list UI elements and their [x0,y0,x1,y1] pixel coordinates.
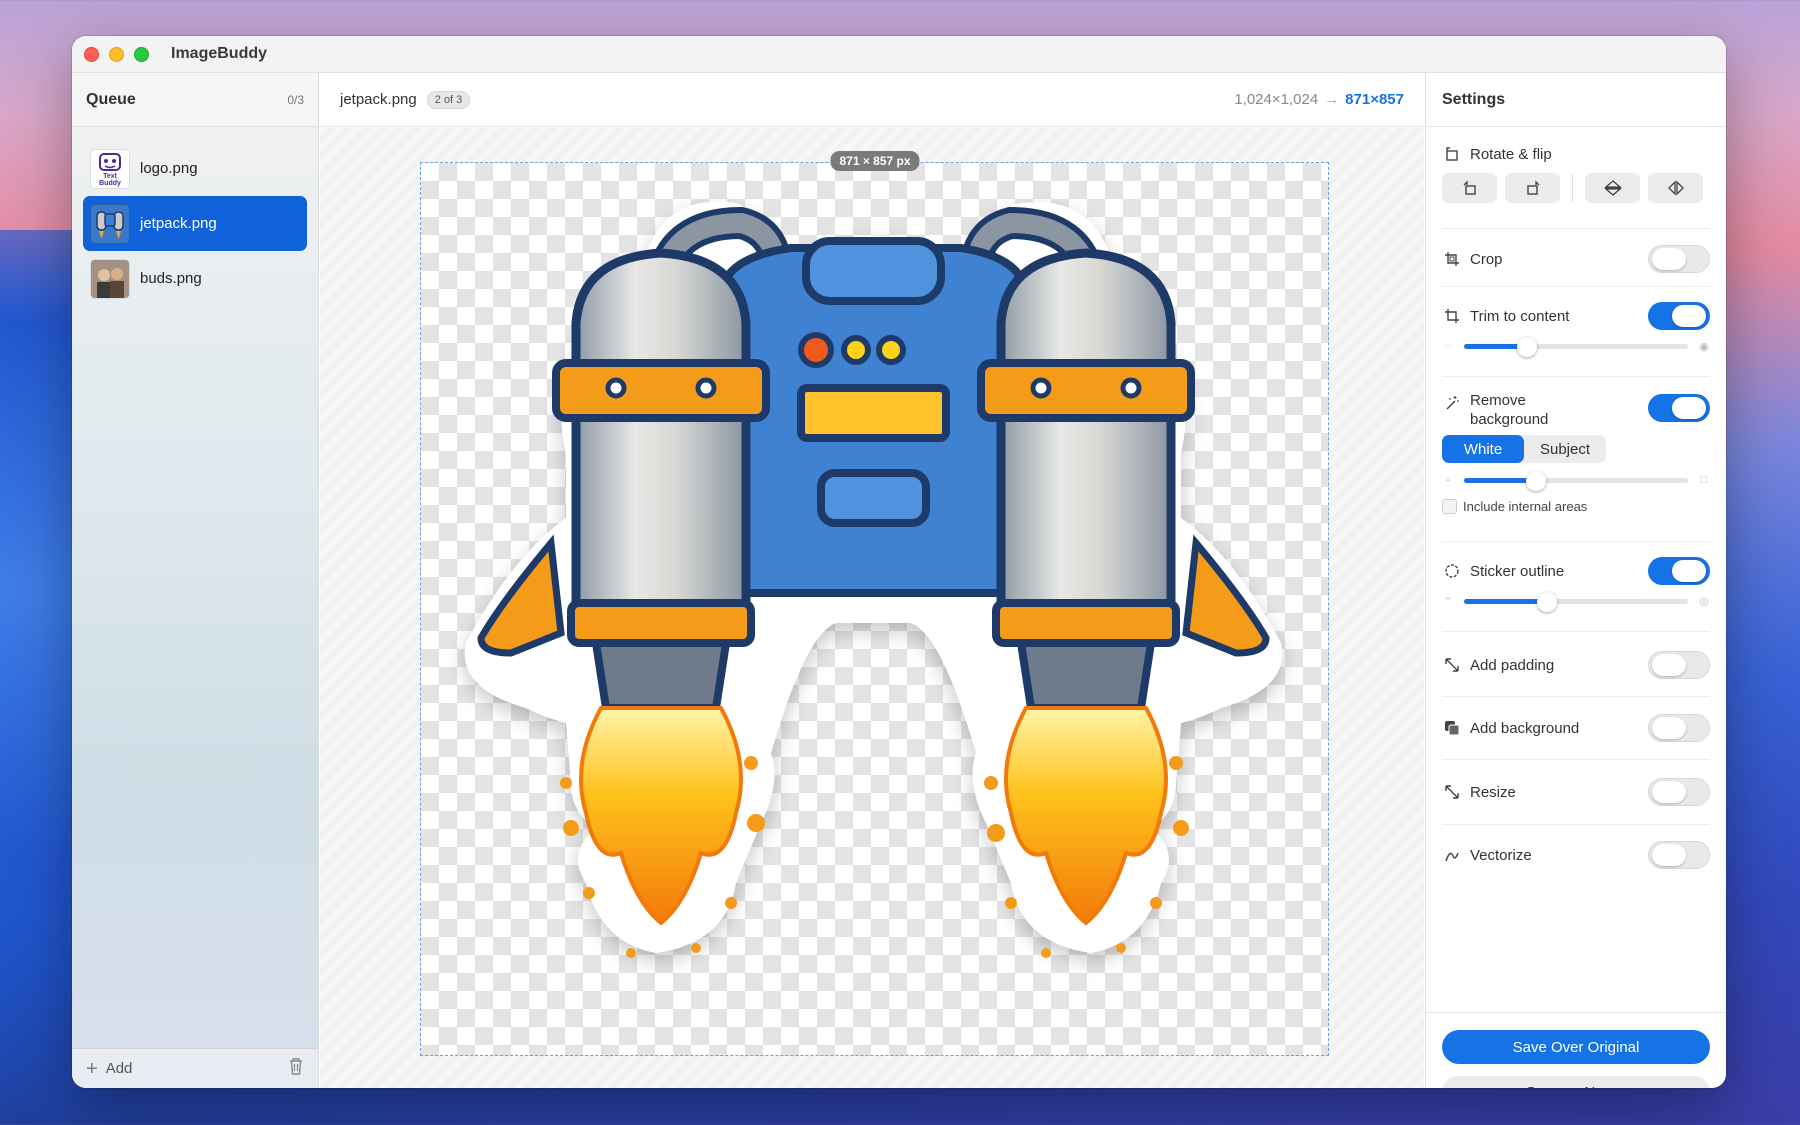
svg-text:Text: Text [103,173,118,180]
padding-section: Add padding [1442,634,1710,697]
trim-slider[interactable] [1464,336,1688,357]
add-padding-toggle[interactable] [1648,651,1710,679]
queue-item-label: buds.png [140,270,202,287]
remove-background-slider[interactable] [1464,470,1688,491]
large-circle-icon: ◉ [1699,340,1709,353]
small-circle-icon: ◌ [1444,340,1452,352]
crop-label: Crop [1470,250,1503,268]
resize-label: Resize [1470,783,1516,801]
save-as-new-button[interactable]: Save as New... [1442,1076,1710,1088]
app-title: ImageBuddy [171,45,268,62]
sticker-outline-toggle[interactable] [1648,557,1710,585]
crop-icon [1442,249,1462,269]
vectorize-label: Vectorize [1470,846,1532,864]
trash-icon[interactable] [288,1057,304,1080]
resize-toggle[interactable] [1648,778,1710,806]
vectorize-section: Vectorize [1442,826,1710,886]
trim-label: Trim to content [1470,307,1570,325]
queue-list: Text Buddy logo.png jetpack.png buds.png [72,127,318,306]
save-over-original-button[interactable]: Save Over Original [1442,1030,1710,1064]
app-window: ImageBuddy Queue 0/3 Text Buddy logo.png [72,36,1726,1088]
add-label: Add [105,1060,133,1077]
trim-icon [1442,306,1462,326]
file-name: jetpack.png [340,91,417,108]
sticker-outline-label: Sticker outline [1470,562,1565,580]
add-background-toggle[interactable] [1648,714,1710,742]
zoom-window-button[interactable] [134,46,149,62]
vectorize-toggle[interactable] [1648,841,1710,869]
queue-item-logo[interactable]: Text Buddy logo.png [83,141,307,196]
queue-item-jetpack[interactable]: jetpack.png [83,196,307,251]
canvas-area: 871 × 857 px [320,128,1424,1088]
title-bar: ImageBuddy [72,36,1726,73]
queue-count: 0/3 [287,92,304,107]
settings-title: Settings [1442,90,1506,108]
magic-wand-icon [1442,393,1462,413]
large-square-icon: □ [1700,474,1708,486]
rotate-left-button[interactable] [1442,173,1497,203]
crop-section: Crop [1442,232,1710,287]
arrow-right-icon: → [1324,91,1340,108]
queue-item-label: jetpack.png [140,215,217,232]
remove-background-mode: White Subject [1442,435,1606,463]
rotate-flip-label: Rotate & flip [1470,145,1552,163]
queue-item-label: logo.png [140,160,198,177]
add-background-label: Add background [1470,719,1580,737]
size-tag: 871 × 857 px [830,151,920,171]
image-preview[interactable]: 871 × 857 px [420,151,1329,1056]
jetpack-thumbnail [90,203,130,244]
add-button[interactable]: + Add [86,1059,132,1079]
minimize-window-button[interactable] [109,46,124,62]
thin-outline-icon: ⌃ [1443,595,1453,608]
flip-vertical-button[interactable] [1585,173,1640,203]
sidebar-footer: + Add [72,1048,318,1088]
logo-thumbnail: Text Buddy [90,148,130,189]
rotate-flip-section: Rotate & flip [1442,143,1710,229]
trim-toggle[interactable] [1648,302,1710,330]
resize-section: Resize [1442,762,1710,825]
queue-item-buds[interactable]: buds.png [83,251,307,306]
editor-pane: jetpack.png 2 of 3 1,024×1,024 → 871×857 [320,73,1424,1088]
trim-section: Trim to content ◌ ◉ [1442,289,1710,377]
mode-subject-button[interactable]: Subject [1524,435,1606,463]
flip-horizontal-button[interactable] [1648,173,1703,203]
remove-background-section: Remove background White Subject ▫ □ Incl… [1442,379,1710,542]
buds-thumbnail [90,258,130,299]
include-internal-row[interactable]: Include internal areas [1442,495,1710,517]
include-internal-label: Include internal areas [1463,498,1588,514]
resize-icon [1442,782,1462,802]
expand-arrows-icon [1442,655,1462,675]
dimensions-readout: 1,024×1,024 → 871×857 [1234,91,1404,108]
queue-title: Queue [86,90,136,108]
layers-icon [1442,718,1462,738]
rotate-right-button[interactable] [1505,173,1560,203]
original-dimensions: 1,024×1,024 [1234,91,1319,108]
jetpack-image [464,201,1283,958]
small-square-icon: ▫ [1446,474,1450,486]
close-window-button[interactable] [84,46,99,62]
mode-white-button[interactable]: White [1442,435,1524,463]
new-dimensions: 871×857 [1345,91,1404,108]
plus-icon: + [86,1057,98,1080]
svg-text:Buddy: Buddy [99,180,121,187]
sticker-outline-slider[interactable] [1464,591,1688,612]
rotate-icon [1442,144,1462,164]
thick-outline-icon: ◎ [1699,595,1709,608]
settings-panel: Settings Rotate & flip Crop Trim to cont… [1425,73,1726,1088]
remove-background-label: Remove background [1470,392,1549,428]
position-badge: 2 of 3 [426,90,471,109]
editor-header: jetpack.png 2 of 3 1,024×1,024 → 871×857 [320,73,1424,127]
background-section: Add background [1442,699,1710,760]
include-internal-checkbox[interactable] [1442,498,1457,514]
crop-toggle[interactable] [1648,245,1710,273]
pen-curve-icon [1442,845,1462,865]
queue-sidebar: Queue 0/3 Text Buddy logo.png jetpack.pn… [72,73,319,1088]
add-padding-label: Add padding [1470,656,1555,674]
sticker-outline-section: Sticker outline ⌃ ◎ [1442,544,1710,632]
remove-background-toggle[interactable] [1648,394,1710,422]
sticker-icon [1442,561,1462,581]
